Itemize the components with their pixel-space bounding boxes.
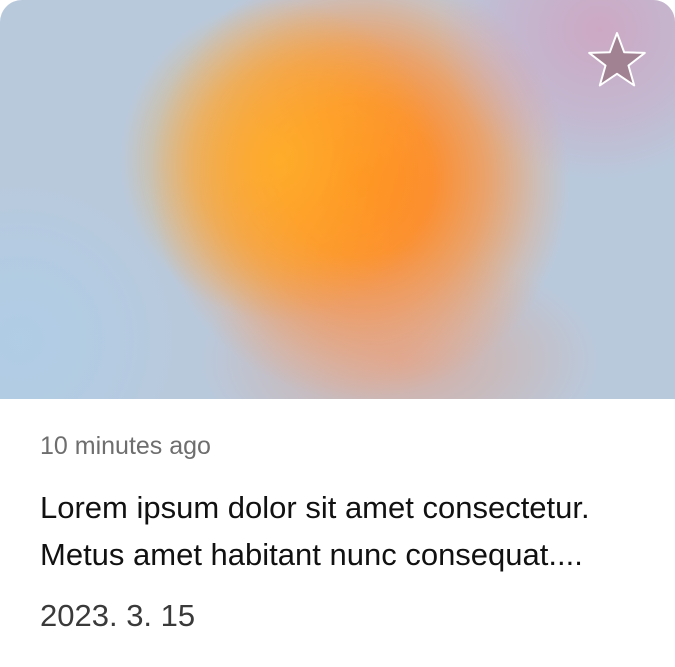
card-title-line-1: Lorem ipsum dolor sit amet consectetur. xyxy=(40,490,590,525)
relative-time: 10 minutes ago xyxy=(40,432,211,460)
card-title-line-2: Metus amet habitant nunc consequat.... xyxy=(40,537,583,572)
card-date: 2023. 3. 15 xyxy=(40,598,196,633)
favorite-button[interactable] xyxy=(586,30,648,92)
article-card[interactable]: 10 minutes ago Lorem ipsum dolor sit ame… xyxy=(0,0,675,667)
card-thumbnail[interactable] xyxy=(0,0,675,399)
card-title[interactable]: Lorem ipsum dolor sit amet consectetur. … xyxy=(40,484,640,578)
star-icon xyxy=(588,32,646,87)
